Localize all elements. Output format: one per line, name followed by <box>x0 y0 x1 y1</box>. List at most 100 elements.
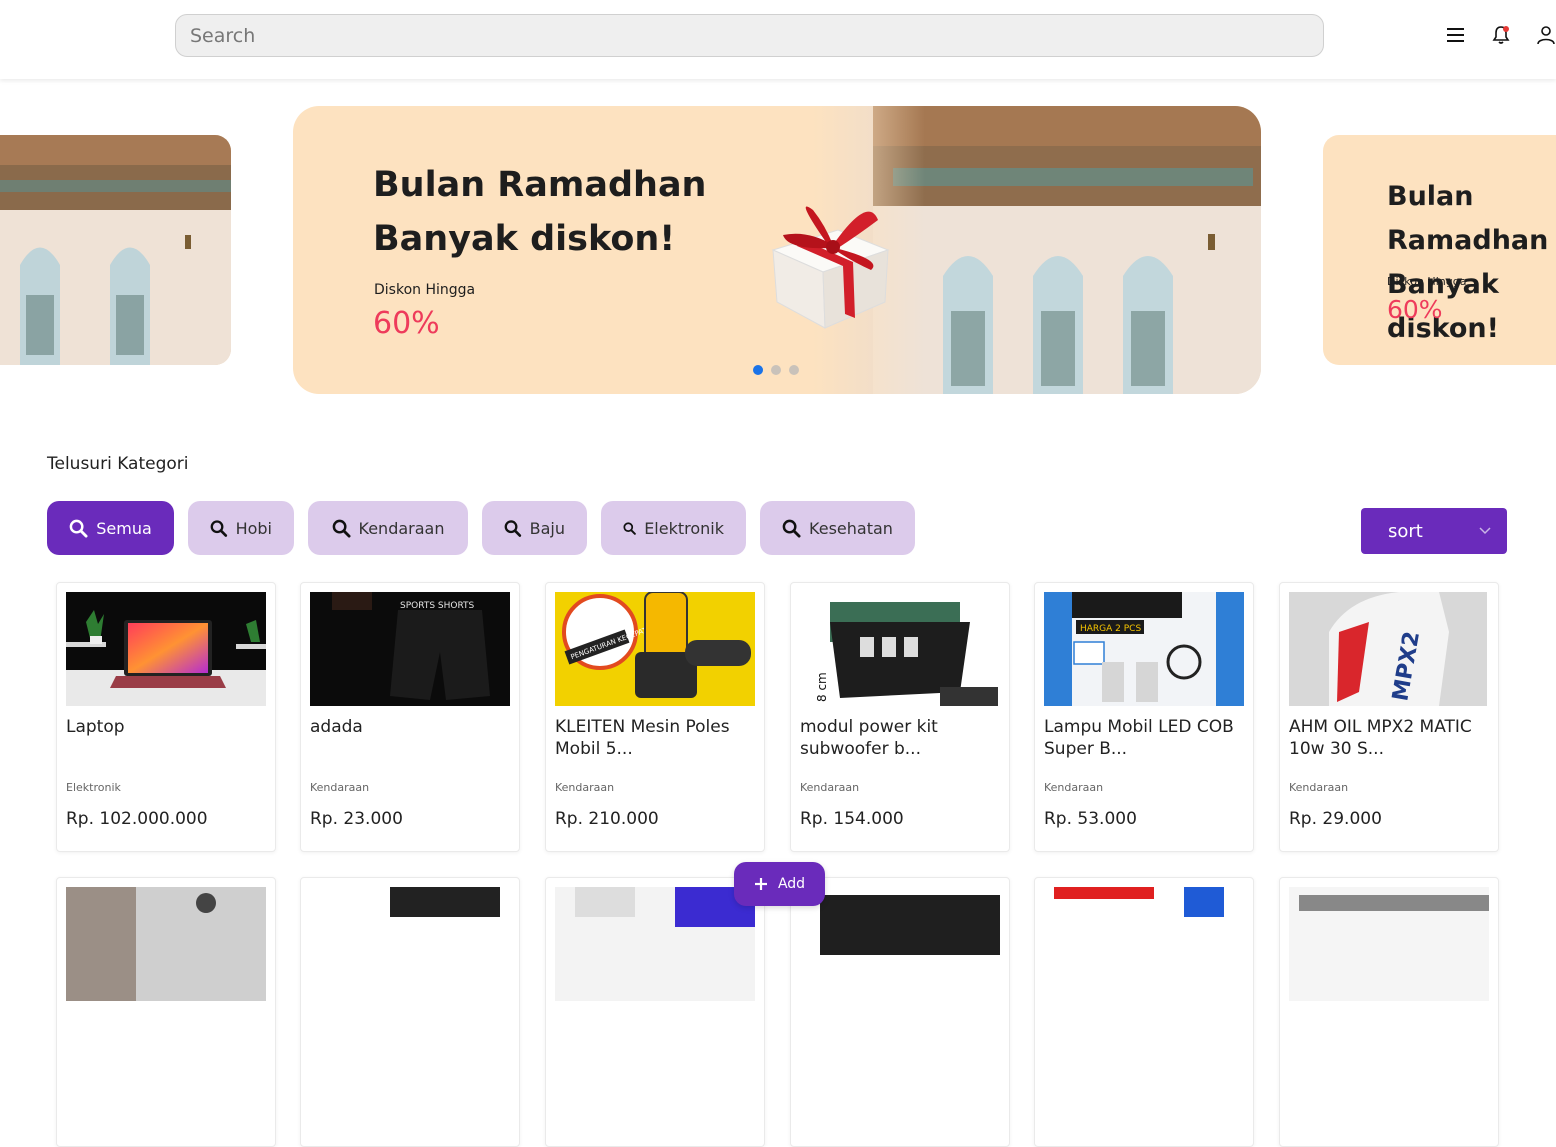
product-name: Laptop <box>66 717 125 737</box>
product-category: Kendaraan <box>1289 781 1349 794</box>
product-thumbnail <box>1289 887 1489 1001</box>
laptop-image <box>66 592 266 706</box>
product-card[interactable]: SPORTS SHORTS adada Kendaraan Rp. 23.000 <box>300 582 520 852</box>
chip-hobi[interactable]: Hobi <box>188 501 294 555</box>
product-image <box>66 592 266 706</box>
banner-discount: 60% <box>373 306 440 341</box>
product-card[interactable] <box>790 877 1010 1147</box>
add-button[interactable]: Add <box>734 862 825 906</box>
product-thumbnail <box>66 887 266 1001</box>
chip-kesehatan[interactable]: Kesehatan <box>760 501 915 555</box>
product-image: SPORTS SHORTS <box>310 592 510 706</box>
carousel-dot-1[interactable] <box>753 365 763 375</box>
product-name: AHM OIL MPX2 MATIC 10w 30 S... <box>1289 717 1472 759</box>
shorts-image: SPORTS SHORTS <box>310 592 510 706</box>
product-image: MPX2 <box>1289 592 1489 706</box>
banner-subtitle: Diskon Hingga <box>374 282 476 298</box>
sort-label: sort <box>1388 520 1423 542</box>
product-thumbnail <box>1044 887 1244 1001</box>
banner-title: Bulan Ramadhan Banyak diskon! <box>1387 181 1549 344</box>
product-thumbnail <box>555 887 755 1001</box>
product-thumbnail <box>800 887 1000 1001</box>
plus-icon <box>754 878 767 890</box>
search-icon <box>210 519 228 537</box>
chip-label: Kesehatan <box>809 518 893 538</box>
promo-banner[interactable]: Bulan Ramadhan Banyak diskon! Diskon Hin… <box>293 106 1261 394</box>
product-price: Rp. 23.000 <box>310 809 403 829</box>
image-label: HARGA 2 PCS <box>1080 624 1141 634</box>
banner-slide-next[interactable]: Bulan Ramadhan Banyak diskon! Diskon Hin… <box>1323 135 1556 365</box>
product-image <box>310 887 510 1001</box>
product-card[interactable]: PENGATURAN KECEPATAN KLEITEN Mesin Poles… <box>545 582 765 852</box>
product-price: Rp. 154.000 <box>800 809 904 829</box>
product-card[interactable] <box>56 877 276 1147</box>
add-label: Add <box>777 876 806 892</box>
product-card[interactable]: 8 cm modul power kit subwoofer b... Kend… <box>790 582 1010 852</box>
bell-icon[interactable] <box>1488 22 1514 48</box>
led-lamp-image: HARGA 2 PCS <box>1044 592 1244 706</box>
search-icon <box>69 519 88 538</box>
product-image <box>800 887 1000 1001</box>
gift-icon <box>771 206 890 329</box>
product-card[interactable]: HARGA 2 PCS Lampu Mobil LED COB Super B.… <box>1034 582 1254 852</box>
product-card[interactable]: Laptop Elektronik Rp. 102.000.000 <box>56 582 276 852</box>
product-image <box>1044 887 1244 1001</box>
polisher-image: PENGATURAN KECEPATAN <box>555 592 755 706</box>
product-category: Kendaraan <box>800 781 860 794</box>
carousel-indicators <box>753 365 799 375</box>
oil-bottle-image: MPX2 <box>1289 592 1487 706</box>
chip-semua[interactable]: Semua <box>47 501 174 555</box>
product-card[interactable] <box>1034 877 1254 1147</box>
user-icon[interactable] <box>1533 22 1556 48</box>
product-card[interactable]: MPX2 AHM OIL MPX2 MATIC 10w 30 S... Kend… <box>1279 582 1499 852</box>
product-card[interactable] <box>545 877 765 1147</box>
chip-label: Baju <box>529 518 565 538</box>
sort-dropdown[interactable]: sort <box>1361 508 1507 554</box>
top-bar <box>0 0 1556 79</box>
product-thumbnail <box>310 887 510 1001</box>
product-image <box>1289 887 1489 1001</box>
category-chips: Semua Hobi Kendaraan Baju Elektronik Kes… <box>47 501 915 555</box>
banner-title: Bulan Ramadhan Banyak diskon! <box>373 165 707 259</box>
chip-kendaraan[interactable]: Kendaraan <box>308 501 468 555</box>
product-image: 8 cm <box>800 592 1000 706</box>
chip-label: Hobi <box>235 518 272 538</box>
product-price: Rp. 53.000 <box>1044 809 1137 829</box>
product-name: adada <box>310 717 363 737</box>
chip-label: Elektronik <box>644 518 724 538</box>
product-card[interactable] <box>1279 877 1499 1147</box>
product-image: HARGA 2 PCS <box>1044 592 1244 706</box>
search-icon <box>332 519 351 538</box>
product-image <box>66 887 266 1001</box>
banner-discount: 60% <box>1387 295 1443 324</box>
search-input[interactable] <box>175 14 1324 57</box>
search-icon <box>623 521 636 535</box>
product-category: Kendaraan <box>555 781 615 794</box>
section-title: Telusuri Kategori <box>47 454 189 474</box>
chip-elektronik[interactable]: Elektronik <box>601 501 746 555</box>
product-name: modul power kit subwoofer b... <box>800 717 938 759</box>
product-price: Rp. 210.000 <box>555 809 659 829</box>
menu-icon[interactable] <box>1443 22 1469 48</box>
product-image: PENGATURAN KECEPATAN <box>555 592 755 706</box>
chip-label: Semua <box>96 518 152 538</box>
banner-subtitle: Diskon Hingga <box>1387 275 1467 288</box>
carousel-dot-3[interactable] <box>789 365 799 375</box>
chip-baju[interactable]: Baju <box>482 501 587 555</box>
product-category: Kendaraan <box>310 781 370 794</box>
chevron-down-icon <box>1479 527 1491 535</box>
banner-slide-previous[interactable] <box>0 135 231 365</box>
image-label: 8 cm <box>815 672 829 702</box>
product-category: Kendaraan <box>1044 781 1104 794</box>
product-name: KLEITEN Mesin Poles Mobil 5... <box>555 717 730 759</box>
product-name: Lampu Mobil LED COB Super B... <box>1044 717 1234 759</box>
search-icon <box>504 519 522 537</box>
product-price: Rp. 29.000 <box>1289 809 1382 829</box>
product-image <box>555 887 755 1001</box>
chip-label: Kendaraan <box>358 518 445 538</box>
product-card[interactable] <box>300 877 520 1147</box>
image-label: SPORTS SHORTS <box>400 601 475 611</box>
amplifier-image: 8 cm <box>800 592 1000 706</box>
product-price: Rp. 102.000.000 <box>66 809 208 829</box>
carousel-dot-2[interactable] <box>771 365 781 375</box>
